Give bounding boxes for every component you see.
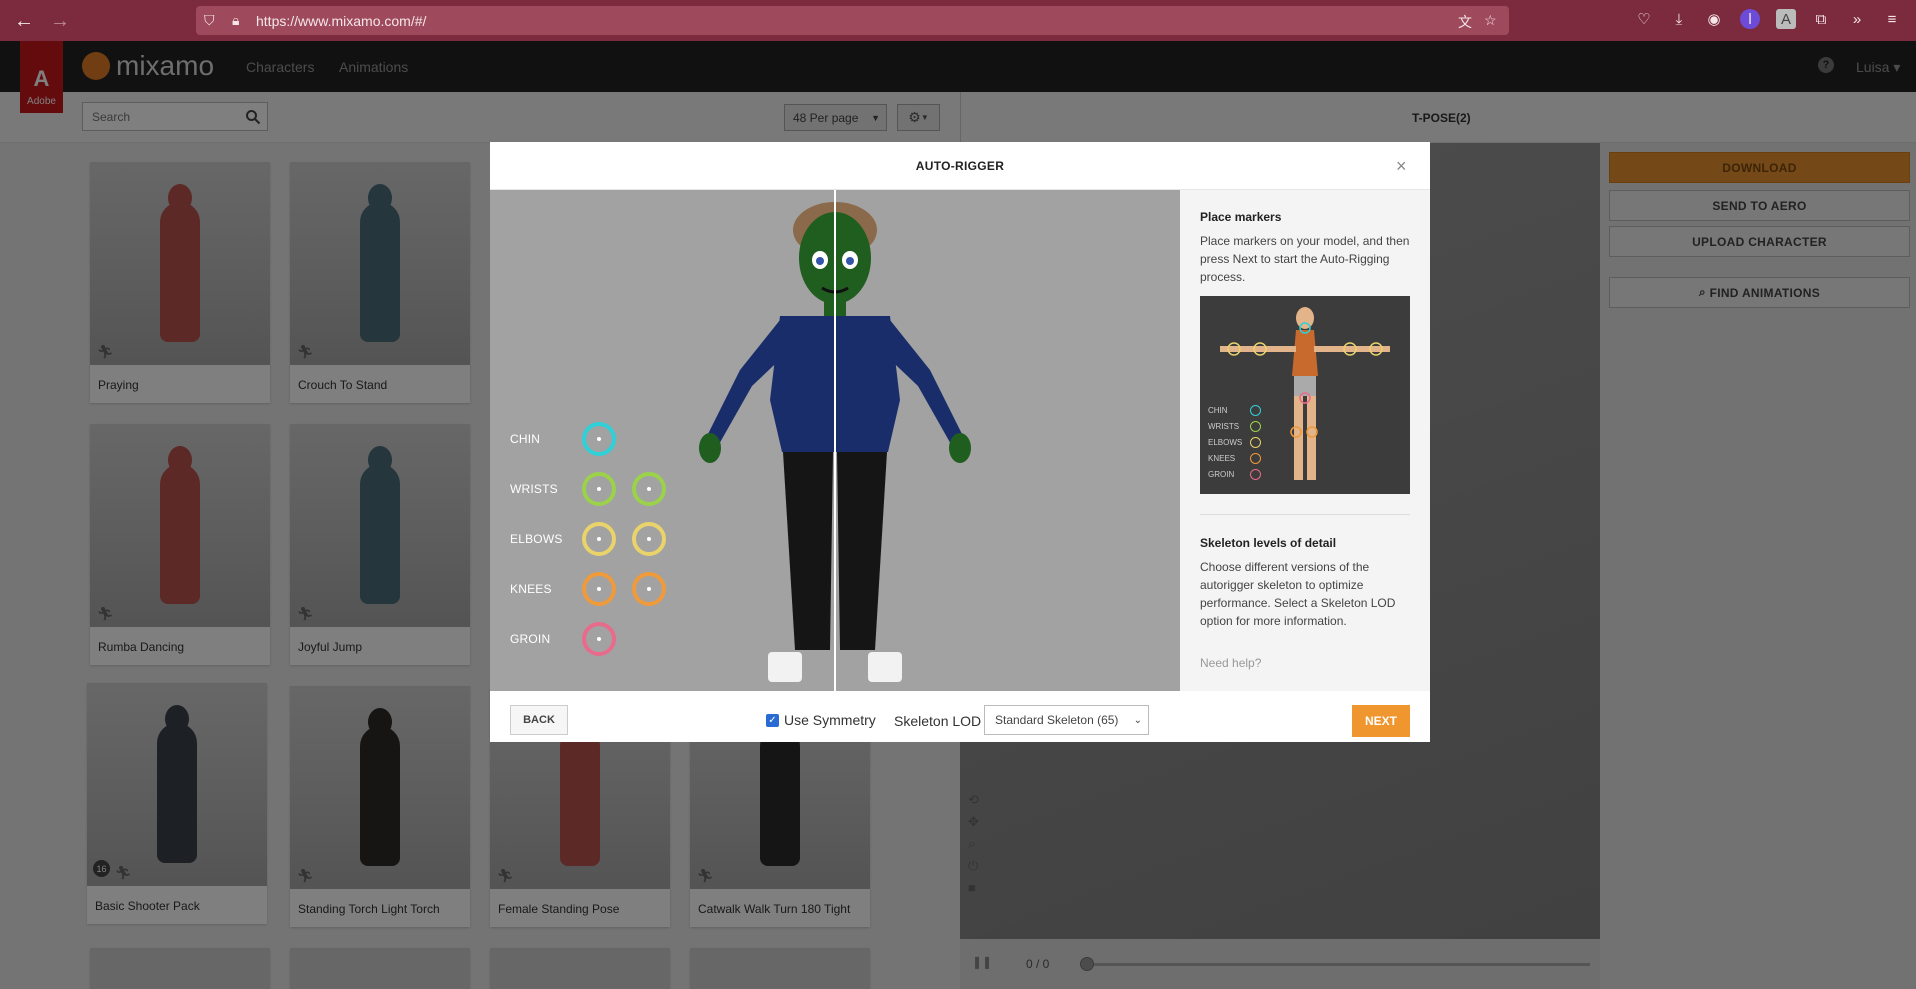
guide-label: CHIN [1208, 406, 1228, 415]
pocket-icon[interactable]: ♡ [1634, 9, 1654, 29]
shield-icon[interactable]: ⛉ [204, 12, 215, 29]
download-icon[interactable]: ⤓ [1669, 9, 1689, 29]
knee-marker-right[interactable] [632, 572, 666, 606]
back-button[interactable]: BACK [510, 705, 568, 735]
chevron-down-icon: ⌄ [1133, 714, 1142, 726]
place-markers-heading: Place markers [1200, 210, 1282, 224]
chin-marker[interactable] [582, 422, 616, 456]
dialog-footer: BACK ✓ Use Symmetry Skeleton LOD Standar… [490, 691, 1430, 742]
marker-guide-image: CHIN WRISTS ELBOWS KNEES GROIN [1200, 296, 1410, 494]
info-panel: Place markers Place markers on your mode… [1180, 190, 1430, 691]
place-markers-text: Place markers on your model, and then pr… [1200, 234, 1410, 284]
address-bar[interactable]: ⛉ 🔒︎ https://www.mixamo.com/#/ 文 ☆ [196, 6, 1509, 35]
marker-row-chin: CHIN [510, 422, 616, 456]
marker-row-knees: KNEES [510, 572, 666, 606]
guide-label: WRISTS [1208, 422, 1240, 431]
lock-icon[interactable]: 🔒︎ [232, 12, 239, 29]
bookmark-star-icon[interactable]: ☆ [1484, 12, 1497, 29]
guide-ring [1250, 453, 1261, 464]
wrist-marker-left[interactable] [582, 472, 616, 506]
skeleton-lod-label: Skeleton LOD [894, 713, 982, 729]
guide-label: GROIN [1208, 470, 1235, 479]
browser-toolbar: ← → ⛉ 🔒︎ https://www.mixamo.com/#/ 文 ☆ ♡… [0, 0, 1916, 41]
guide-ring [1250, 469, 1261, 480]
marker-row-groin: GROIN [510, 622, 616, 656]
checkmark-icon: ✓ [766, 713, 779, 727]
skeleton-lod-select[interactable]: Standard Skeleton (65) ⌄ [984, 705, 1149, 735]
extensions-puzzle-icon[interactable]: ⧉ [1811, 9, 1831, 29]
skeleton-lod-text: Choose different versions of the autorig… [1200, 560, 1396, 628]
marker-row-wrists: WRISTS [510, 472, 666, 506]
marker-label: WRISTS [510, 482, 558, 496]
marker-label: ELBOWS [510, 532, 563, 546]
use-symmetry-checkbox[interactable]: ✓ Use Symmetry [766, 712, 876, 728]
menu-icon[interactable]: ≡ [1882, 9, 1902, 29]
groin-marker[interactable] [582, 622, 616, 656]
model-stage[interactable]: CHIN WRISTS ELBOWS KNEES GROIN [490, 190, 1180, 691]
translate-icon[interactable]: 文 [1458, 12, 1472, 32]
guide-label: KNEES [1208, 454, 1236, 463]
elbow-marker-left[interactable] [582, 522, 616, 556]
skeleton-lod-value: Standard Skeleton (65) [995, 713, 1119, 727]
marker-label: KNEES [510, 582, 552, 596]
account-icon[interactable]: ◉ [1704, 9, 1724, 29]
auto-rigger-dialog: AUTO-RIGGER × CHIN WRISTS ELBOWS KNEES G… [490, 142, 1430, 742]
next-button[interactable]: NEXT [1352, 705, 1410, 737]
overflow-chevron-icon[interactable]: » [1847, 9, 1867, 29]
marker-row-elbows: ELBOWS [510, 522, 666, 556]
forward-arrow-icon[interactable]: → [46, 7, 74, 35]
elbow-marker-right[interactable] [632, 522, 666, 556]
guide-label: ELBOWS [1208, 438, 1243, 447]
symmetry-line [834, 190, 836, 691]
wrist-marker-right[interactable] [632, 472, 666, 506]
extension-l-icon[interactable]: l [1740, 9, 1760, 29]
knee-marker-left[interactable] [582, 572, 616, 606]
need-help-link[interactable]: Need help? [1200, 656, 1261, 670]
guide-ring [1250, 421, 1261, 432]
extension-icon[interactable]: A [1776, 9, 1796, 29]
marker-label: CHIN [510, 432, 541, 446]
guide-ring [1250, 405, 1261, 416]
dialog-title: AUTO-RIGGER [490, 142, 1430, 190]
skeleton-lod-heading: Skeleton levels of detail [1200, 536, 1337, 550]
info-divider [1200, 514, 1410, 515]
guide-character [1220, 307, 1390, 480]
close-icon[interactable]: × [1396, 156, 1407, 177]
url-text[interactable]: https://www.mixamo.com/#/ [256, 13, 426, 29]
use-symmetry-label: Use Symmetry [784, 712, 876, 728]
marker-label: GROIN [510, 632, 551, 646]
back-arrow-icon[interactable]: ← [10, 7, 38, 35]
guide-ring [1250, 437, 1261, 448]
